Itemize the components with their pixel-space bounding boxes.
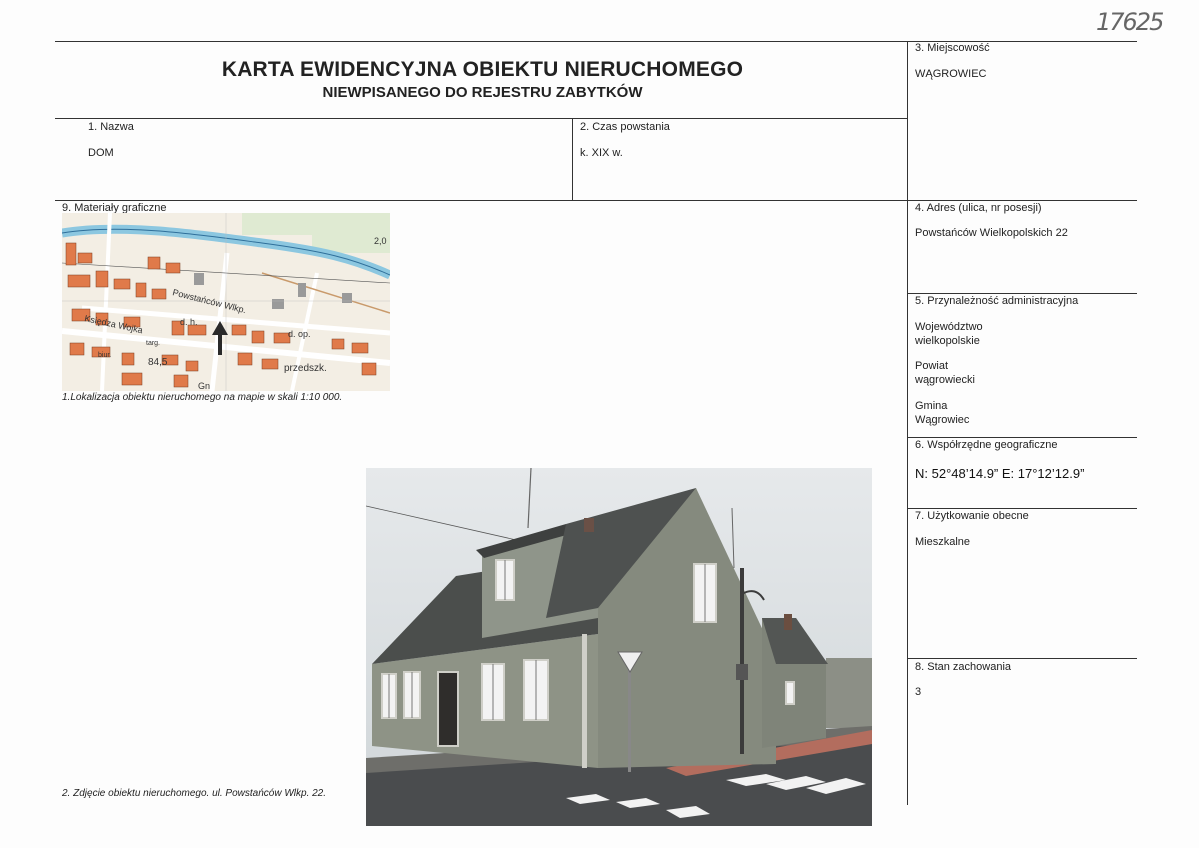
map-label-dop: d. op. — [288, 329, 311, 339]
rule-7 — [907, 508, 1137, 509]
map-label-przedszk: przedszk. — [284, 363, 327, 374]
rule-8 — [907, 658, 1137, 659]
photo-caption: 2. Zdjęcie obiektu nieruchomego. ul. Pow… — [62, 788, 327, 799]
map-label-dh: d. h. — [180, 317, 198, 327]
map-label-biur: biur. — [98, 352, 111, 359]
wspolrzedne-value: N: 52°48’14.9” E: 17°12’12.9” — [915, 466, 1085, 481]
miejscowosc-label: 3. Miejscowość — [915, 42, 990, 54]
adres-value: Powstańców Wielkopolskich 22 — [915, 227, 1068, 239]
map-graphic: Powstańców Wlkp. Księdza Wojka d. h. d. … — [62, 213, 390, 391]
location-map: Powstańców Wlkp. Księdza Wojka d. h. d. … — [62, 213, 390, 391]
uzytkowanie-value: Mieszkalne — [915, 536, 971, 548]
czas-value: k. XIX w. — [580, 147, 623, 159]
nazwa-value: DOM — [88, 147, 114, 159]
map-label-elev: 2,0 — [374, 236, 387, 246]
uzytkowanie-label: 7. Użytkowanie obecne — [915, 510, 1029, 522]
document-subtitle: NIEWPISANEGO DO REJESTRU ZABYTKÓW — [322, 84, 643, 101]
rule-below-fields — [55, 200, 1137, 201]
miejscowosc-value: WĄGROWIEC — [915, 68, 987, 80]
wspolrzedne-label: 6. Współrzędne geograficzne — [915, 439, 1058, 451]
gmina-value: Wągrowiec — [915, 414, 970, 426]
gmina-label: Gmina — [915, 400, 948, 412]
map-label-targ: targ. — [146, 340, 160, 347]
powiat-value: wągrowiecki — [915, 374, 975, 386]
rule-right-column — [907, 41, 908, 805]
map-label-gn: Gn — [198, 381, 210, 391]
nazwa-label: 1. Nazwa — [88, 121, 134, 133]
wojewodztwo-label: Województwo — [915, 321, 983, 333]
building-photo — [366, 468, 872, 826]
rule-field-divider — [572, 118, 573, 200]
stan-value: 3 — [915, 686, 922, 698]
rule-below-title — [55, 118, 907, 119]
czas-label: 2. Czas powstania — [580, 121, 670, 133]
przynaleznosc-label: 5. Przynależność administracyjna — [915, 295, 1079, 307]
photo-graphic — [366, 468, 872, 826]
handwritten-registry-number: 17625 — [1096, 8, 1164, 36]
powiat-label: Powiat — [915, 360, 949, 372]
wojewodztwo-value: wielkopolskie — [915, 335, 980, 347]
map-caption: 1.Lokalizacja obiektu nieruchomego na ma… — [62, 392, 343, 403]
rule-6 — [907, 437, 1137, 438]
stan-label: 8. Stan zachowania — [915, 661, 1012, 673]
rule-5 — [907, 293, 1137, 294]
adres-label: 4. Adres (ulica, nr posesji) — [915, 202, 1042, 214]
map-label-num: 84,5 — [148, 357, 168, 368]
document-title: KARTA EWIDENCYJNA OBIEKTU NIERUCHOMEGO — [221, 58, 744, 81]
